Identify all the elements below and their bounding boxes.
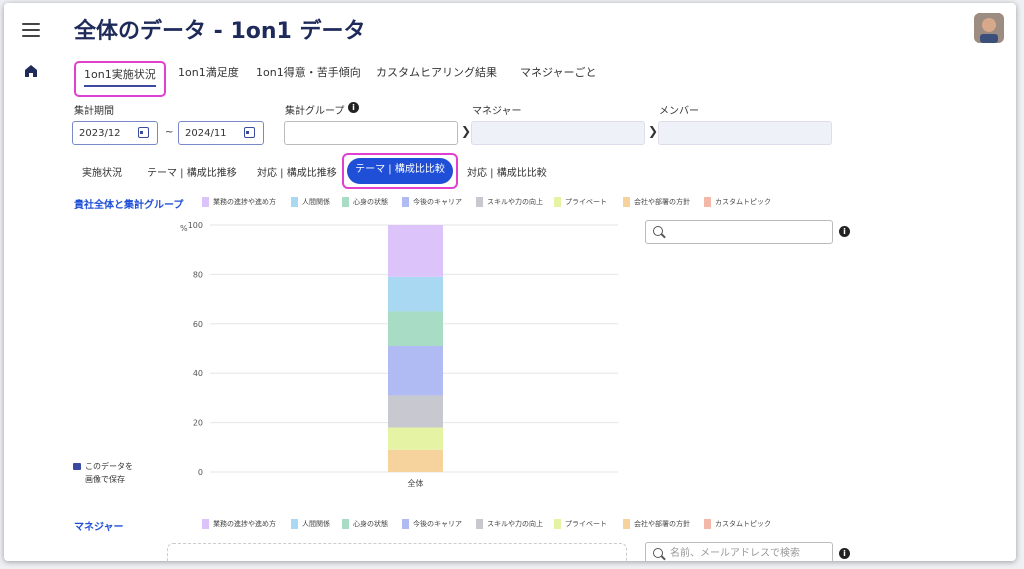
x-tick-label: 全体	[408, 478, 424, 488]
legend-swatch	[402, 519, 409, 529]
legend-label: 会社や部署の方針	[634, 520, 690, 528]
manager-chart-area	[167, 543, 627, 561]
info-icon[interactable]: i	[839, 548, 850, 559]
legend-swatch	[623, 519, 630, 529]
bar-segment	[388, 346, 443, 396]
legend-swatch	[202, 519, 209, 529]
legend-item[interactable]: 人間関係	[291, 519, 330, 529]
image-icon	[73, 463, 81, 470]
save-image-button[interactable]: このデータを 画像で保存	[73, 460, 133, 486]
y-tick-label: 40	[193, 369, 203, 378]
y-tick-label: 100	[188, 221, 203, 230]
bar-segment	[388, 225, 443, 277]
legend-swatch	[554, 519, 561, 529]
y-tick-label: 60	[193, 320, 203, 329]
legend-item[interactable]: 心身の状態	[342, 519, 388, 529]
y-tick-label: 80	[193, 270, 203, 279]
search-placeholder: 名前、メールアドレスで検索	[670, 548, 800, 559]
legend-item[interactable]: スキルや力の向上	[476, 519, 543, 529]
legend-item[interactable]: 会社や部署の方針	[623, 519, 690, 529]
legend-swatch	[291, 519, 298, 529]
legend-item[interactable]: カスタムトピック	[704, 519, 771, 529]
legend-swatch	[342, 519, 349, 529]
bar-segment	[388, 276, 443, 312]
bar-segment	[388, 311, 443, 347]
legend-item[interactable]: 今後のキャリア	[402, 519, 462, 529]
bar-segment	[388, 427, 443, 450]
y-tick-label: 0	[198, 468, 203, 477]
y-axis-label: %	[180, 224, 188, 233]
legend-swatch	[704, 519, 711, 529]
search-icon	[653, 548, 663, 558]
legend-swatch	[476, 519, 483, 529]
legend-label: 人間関係	[302, 520, 330, 528]
y-tick-label: 20	[193, 419, 203, 428]
legend-item[interactable]: プライベート	[554, 519, 607, 529]
legend-item[interactable]: 業務の進捗や進め方	[202, 519, 276, 529]
save-image-text: このデータを	[85, 462, 133, 471]
legend-label: 今後のキャリア	[413, 520, 462, 528]
bar-segment	[388, 395, 443, 428]
save-image-text: 画像で保存	[85, 475, 125, 484]
stacked-bar-chart: 0 20 40 60 80 100% 全体	[180, 221, 618, 488]
search-input-manager[interactable]: 名前、メールアドレスで検索	[645, 542, 833, 561]
section-title-manager: マネジャー	[74, 522, 124, 533]
legend-label: カスタムトピック	[715, 520, 771, 528]
legend-label: スキルや力の向上	[487, 520, 543, 528]
bar-segment	[388, 449, 443, 472]
legend-label: 業務の進捗や進め方	[213, 520, 276, 528]
legend-label: 心身の状態	[353, 520, 388, 528]
app-window: 全体のデータ - 1on1 データ 1on1実施状況 1on1満足度 1on1得…	[4, 3, 1016, 561]
legend-label: プライベート	[565, 520, 607, 528]
